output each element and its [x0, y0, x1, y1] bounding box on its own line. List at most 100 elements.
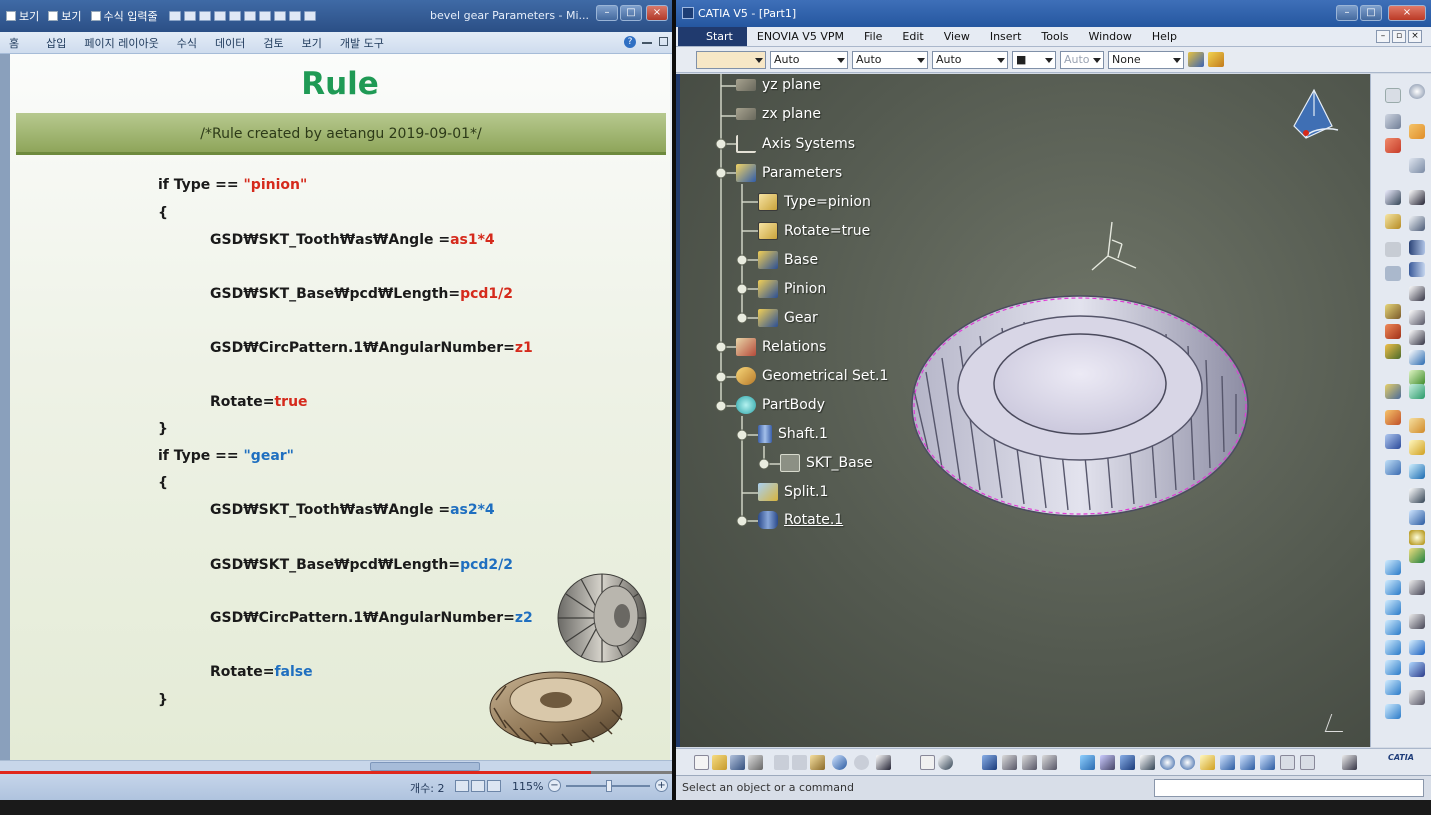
hole-icon[interactable]	[1409, 286, 1425, 301]
redo-icon[interactable]	[854, 755, 869, 770]
iso-view-icon[interactable]	[1240, 755, 1255, 770]
annotation-icon[interactable]	[1409, 530, 1425, 545]
view-left-icon[interactable]	[1385, 660, 1401, 675]
analysis-icon[interactable]	[1409, 640, 1425, 655]
scrollbar-thumb[interactable]	[370, 762, 480, 771]
grid-icon[interactable]	[1409, 614, 1425, 629]
groove-icon[interactable]	[1409, 262, 1425, 277]
checkbox-icon[interactable]	[48, 11, 59, 21]
checkbox-icon[interactable]	[90, 11, 101, 21]
sort-icon[interactable]	[273, 11, 286, 21]
fit-all-icon[interactable]	[982, 755, 997, 770]
tab-home[interactable]: 홈	[0, 35, 28, 51]
command-input[interactable]	[1154, 779, 1424, 797]
zoom-out-button[interactable]: −	[548, 779, 561, 792]
cursor-icon[interactable]	[1409, 124, 1425, 139]
view-top-icon[interactable]	[1385, 620, 1401, 635]
customize-icon[interactable]	[303, 11, 316, 21]
menu-help[interactable]: Help	[1142, 30, 1187, 43]
compass-icon[interactable]	[1286, 86, 1346, 152]
multi-view-icon[interactable]	[1220, 755, 1235, 770]
draft-icon[interactable]	[1385, 384, 1401, 399]
tree-node-type-parameter[interactable]: Type=pinion	[758, 193, 871, 211]
view-right-icon[interactable]	[1385, 680, 1401, 695]
menu-edit[interactable]: Edit	[892, 30, 933, 43]
tree-node-relations[interactable]: Relations	[736, 338, 826, 356]
undo-icon[interactable]	[832, 755, 847, 770]
qa-item-view1[interactable]: 보기	[19, 8, 39, 24]
translation-icon[interactable]	[1409, 440, 1425, 455]
undo-icon[interactable]	[183, 11, 196, 21]
menu-insert[interactable]: Insert	[980, 30, 1032, 43]
qa-item-view2[interactable]: 보기	[61, 8, 81, 24]
measure-between-icon[interactable]	[1080, 755, 1095, 770]
stiffener-icon[interactable]	[1409, 330, 1425, 345]
tree-node-split[interactable]: Split.1	[758, 483, 828, 501]
tree-node-skt-base[interactable]: SKT_Base	[780, 454, 873, 472]
measure-icon[interactable]	[1385, 114, 1401, 129]
slot-icon[interactable]	[1409, 310, 1425, 325]
filter-icon[interactable]	[288, 11, 301, 21]
hide-show-icon[interactable]	[1042, 755, 1057, 770]
tree-node-yz-plane[interactable]: yz plane	[736, 77, 821, 93]
tab-formulas[interactable]: 수식	[168, 35, 206, 51]
line-icon[interactable]	[1385, 190, 1401, 205]
new-icon[interactable]	[694, 755, 709, 770]
remove-face-icon[interactable]	[1385, 434, 1401, 449]
3d-viewport[interactable]: yz plane zx plane Axis Systems Parameter…	[680, 74, 1370, 747]
tree-node-base[interactable]: Base	[758, 251, 818, 269]
pad-icon[interactable]	[1409, 190, 1425, 205]
cut-icon[interactable]	[1385, 242, 1401, 257]
mdi-close-button[interactable]: ×	[1408, 30, 1422, 43]
save-icon[interactable]	[730, 755, 745, 770]
tree-node-zx-plane[interactable]: zx plane	[736, 106, 821, 122]
tree-node-axis-systems[interactable]: Axis Systems	[736, 135, 855, 153]
scaling-icon[interactable]	[1409, 488, 1425, 503]
maximize-button[interactable]: □	[1360, 5, 1382, 21]
fillet-icon[interactable]	[1409, 350, 1425, 365]
sketcher-icon[interactable]	[1385, 88, 1401, 103]
shaft-tool-icon[interactable]	[1409, 240, 1425, 255]
minimize-button[interactable]: –	[596, 5, 618, 21]
formula-icon[interactable]	[920, 755, 935, 770]
tree-node-parameters[interactable]: Parameters	[736, 164, 842, 182]
mdi-restore-button[interactable]: ▫	[1392, 30, 1406, 43]
menu-view[interactable]: View	[934, 30, 980, 43]
point-type-dropdown[interactable]: ■	[1012, 51, 1056, 69]
view-front-icon[interactable]	[1385, 580, 1401, 595]
knowledge-icon[interactable]	[938, 755, 953, 770]
close-button[interactable]: ×	[646, 5, 668, 21]
menu-file[interactable]: File	[854, 30, 892, 43]
tab-view[interactable]: 보기	[293, 35, 331, 51]
menu-window[interactable]: Window	[1079, 30, 1142, 43]
zoom-out-icon[interactable]	[1180, 755, 1195, 770]
solid-combine-icon[interactable]	[1385, 344, 1401, 359]
view-bottom-icon[interactable]	[1385, 640, 1401, 655]
zoom-level[interactable]: 115%	[512, 780, 543, 793]
named-view-icon[interactable]	[1385, 704, 1401, 719]
zoom-in-icon[interactable]	[1160, 755, 1175, 770]
thickness-icon[interactable]	[1385, 410, 1401, 425]
menu-tools[interactable]: Tools	[1031, 30, 1078, 43]
color-dropdown[interactable]	[696, 51, 766, 69]
redo-icon[interactable]	[198, 11, 211, 21]
thread-icon[interactable]	[1409, 418, 1425, 433]
ribbon-minimize-icon[interactable]	[642, 42, 652, 44]
menu-start[interactable]: Start	[678, 27, 747, 46]
ribbon-restore-icon[interactable]	[659, 37, 668, 46]
normal-view-icon[interactable]	[455, 780, 469, 792]
copy-icon[interactable]	[1385, 266, 1401, 281]
page-layout-view-icon[interactable]	[471, 780, 485, 792]
rib-icon[interactable]	[1385, 304, 1401, 319]
point-icon[interactable]	[1409, 84, 1425, 99]
pan-icon[interactable]	[1120, 755, 1135, 770]
tree-node-shaft[interactable]: Shaft.1	[758, 425, 828, 443]
tab-page-layout[interactable]: 페이지 레이아웃	[75, 35, 167, 51]
whats-this-icon[interactable]	[876, 755, 891, 770]
cut-icon[interactable]	[774, 755, 789, 770]
line-type-dropdown[interactable]: Auto	[932, 51, 1008, 69]
fly-mode-icon[interactable]	[1100, 755, 1115, 770]
minimize-button[interactable]: –	[1336, 5, 1358, 21]
layer-auto-dropdown[interactable]: Auto	[1060, 51, 1104, 69]
matrix-icon[interactable]	[1409, 662, 1425, 677]
